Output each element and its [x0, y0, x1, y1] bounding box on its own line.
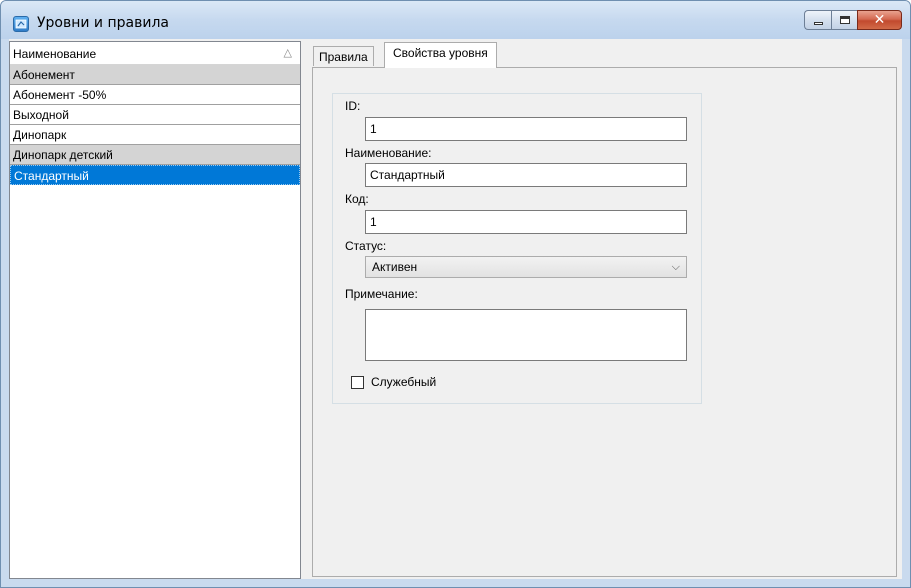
status-select[interactable]: Активен ⌵ — [365, 256, 687, 278]
main-window: Уровни и правила ✕ Наименование △ Абонем… — [0, 0, 911, 588]
tab-page: ID: 1 Наименование: Стандартный Код: 1 С… — [312, 67, 897, 577]
list-item[interactable]: Динопарк — [10, 125, 300, 145]
chevron-down-icon: ⌵ — [671, 260, 680, 273]
client-area: Наименование △ Абонемент Абонемент -50% … — [9, 39, 902, 579]
list-item[interactable]: Абонемент — [10, 65, 300, 85]
list-item-selected[interactable]: Стандартный — [10, 165, 300, 185]
list-item[interactable]: Динопарк детский — [10, 145, 300, 165]
code-field[interactable]: 1 — [365, 210, 687, 234]
id-field[interactable]: 1 — [365, 117, 687, 141]
column-header-label: Наименование — [13, 47, 97, 61]
tab-rules[interactable]: Правила — [313, 46, 374, 66]
name-field[interactable]: Стандартный — [365, 163, 687, 187]
minimize-button[interactable] — [804, 10, 831, 30]
status-value: Активен — [372, 260, 418, 274]
levels-list[interactable]: Наименование △ Абонемент Абонемент -50% … — [9, 41, 301, 579]
status-label: Статус: — [345, 239, 387, 253]
tab-level-properties[interactable]: Свойства уровня — [384, 42, 497, 68]
tab-control: Правила Свойства уровня ID: 1 Наименован… — [309, 39, 902, 579]
list-item[interactable]: Абонемент -50% — [10, 85, 300, 105]
note-field[interactable] — [365, 309, 687, 361]
app-window-icon — [13, 16, 29, 32]
maximize-button[interactable] — [831, 10, 857, 30]
service-checkbox-label[interactable]: Служебный — [371, 375, 436, 389]
close-icon: ✕ — [873, 12, 886, 28]
list-rows: Абонемент Абонемент -50% Выходной Динопа… — [10, 65, 300, 185]
code-label: Код: — [345, 192, 369, 206]
id-label: ID: — [345, 99, 361, 113]
close-button[interactable]: ✕ — [857, 10, 902, 30]
caption-buttons: ✕ — [804, 10, 902, 32]
service-checkbox[interactable] — [351, 376, 364, 389]
panel-splitter[interactable] — [301, 39, 309, 579]
window-title: Уровни и правила — [37, 15, 169, 31]
sort-ascending-icon: △ — [283, 46, 292, 59]
list-item[interactable]: Выходной — [10, 105, 300, 125]
title-bar[interactable]: Уровни и правила ✕ — [1, 1, 910, 39]
name-label: Наименование: — [345, 146, 432, 160]
note-label: Примечание: — [345, 287, 418, 301]
list-column-header[interactable]: Наименование △ — [10, 42, 300, 65]
level-properties-group: ID: 1 Наименование: Стандартный Код: 1 С… — [332, 93, 702, 404]
